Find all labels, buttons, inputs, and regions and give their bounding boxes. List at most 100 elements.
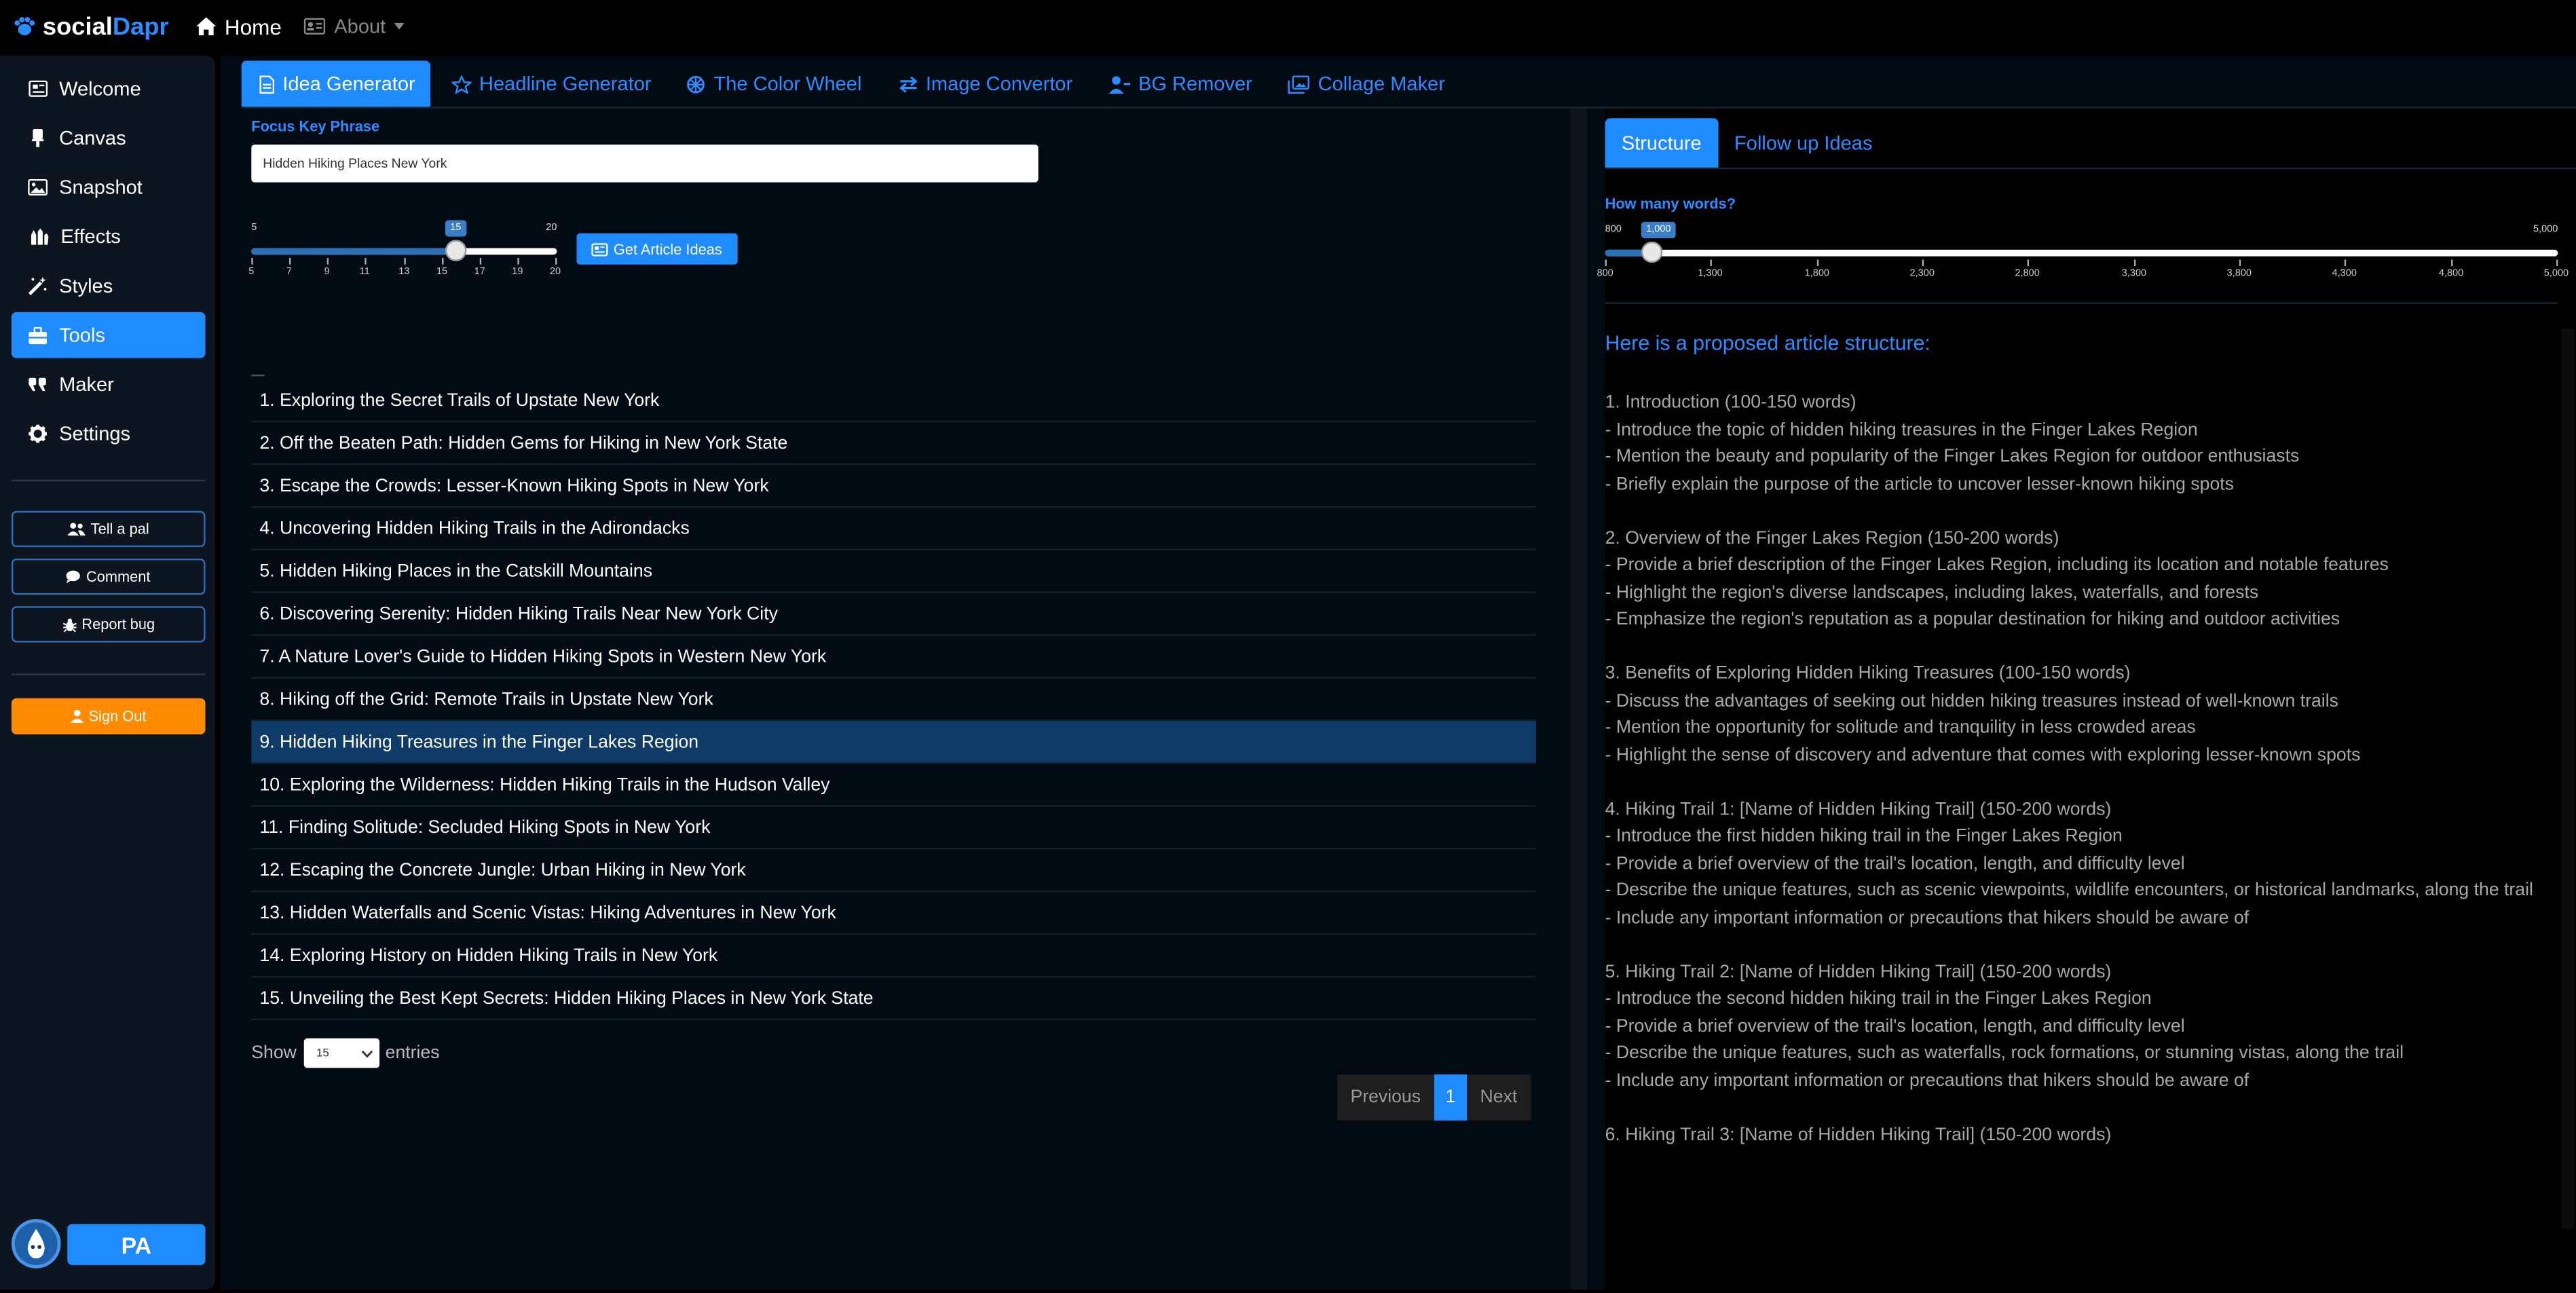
slider-tick-label: 4,300 (2332, 269, 2357, 280)
table-row[interactable]: 9. Hidden Hiking Treasures in the Finger… (251, 721, 1536, 764)
tell-a-pal-button[interactable]: Tell a pal (11, 510, 206, 548)
table-row[interactable]: 10. Exploring the Wilderness: Hidden Hik… (251, 764, 1536, 807)
tab-bg-remover[interactable]: BG Remover (1091, 61, 1267, 107)
sidebar-item-label: Effects (60, 225, 121, 248)
table-row[interactable]: 7. A Nature Lover's Guide to Hidden Hiki… (251, 636, 1536, 679)
structure-line: - Provide a brief overview of the trail'… (1605, 1016, 2185, 1036)
slider-tick (2239, 259, 2241, 267)
table-row[interactable]: 5. Hidden Hiking Places in the Catskill … (251, 550, 1536, 593)
table-row[interactable]: 12. Escaping the Concrete Jungle: Urban … (251, 849, 1536, 893)
user-initials-button[interactable]: PA (67, 1224, 206, 1265)
sidebar-item-canvas[interactable]: Canvas (12, 115, 206, 161)
idea-count-slider[interactable]: 5 20 15 5 7 9 11 13 15 17 19 20 (248, 217, 561, 283)
sign-out-label: Sign Out (88, 708, 147, 725)
structure-line: 4. Hiking Trail 1: [Name of Hidden Hikin… (1605, 799, 2112, 819)
slider-track (1605, 249, 2558, 257)
word-count-slider[interactable]: 800 5,000 1,000 800 1,300 1,800 2,300 2,800 3… (1597, 219, 2569, 284)
structure-line: - Mention the opportunity for solitude a… (1605, 717, 2196, 738)
sign-out-button[interactable]: Sign Out (11, 698, 206, 734)
focus-key-phrase-input[interactable]: Hidden Hiking Places New York (251, 145, 1039, 183)
slider-ticks: 5 7 9 11 13 15 17 19 20 (248, 258, 561, 278)
sidebar-item-effects[interactable]: Effects (12, 214, 206, 260)
slider-min-label: 800 (1605, 225, 1622, 236)
toolbox-icon (29, 326, 47, 343)
pagination-previous[interactable]: Previous (1337, 1074, 1434, 1121)
sidebar-item-snapshot[interactable]: Snapshot (12, 164, 206, 210)
slider-tick-label: 17 (474, 267, 485, 278)
sidebar-item-styles[interactable]: Styles (12, 263, 206, 309)
table-row[interactable]: 3. Escape the Crowds: Lesser-Known Hikin… (251, 465, 1536, 508)
structure-title: Here is a proposed article structure: (1605, 331, 1930, 355)
slider-tick-label: 11 (359, 267, 370, 278)
table-row[interactable]: 2. Off the Beaten Path: Hidden Gems for … (251, 422, 1536, 466)
home-icon (195, 17, 216, 36)
entries-per-page-select[interactable]: 15 (303, 1038, 379, 1068)
tab-headline-generator[interactable]: Headline Generator (433, 61, 666, 107)
newspaper-icon (29, 80, 48, 97)
sidebar-item-settings[interactable]: Settings (12, 411, 206, 457)
table-row[interactable]: 4. Uncovering Hidden Hiking Trails in th… (251, 508, 1536, 550)
structure-line: 6. Hiking Trail 3: [Name of Hidden Hikin… (1605, 1124, 2112, 1144)
get-article-ideas-button[interactable]: Get Article Ideas (576, 233, 738, 265)
sidebar-item-welcome[interactable]: Welcome (12, 66, 206, 112)
table-row[interactable]: 13. Hidden Waterfalls and Scenic Vistas:… (251, 892, 1536, 935)
sidebar-divider (11, 479, 206, 482)
nav-about-dropdown[interactable]: About (304, 14, 404, 38)
brand-logo[interactable]: social Dapr (13, 12, 169, 41)
sidebar-item-label: Tools (59, 323, 105, 347)
focus-key-phrase-label: Focus Key Phrase (251, 118, 380, 135)
structure-line: - Discuss the advantages of seeking out … (1605, 690, 2338, 711)
slider-max-label: 5,000 (2533, 225, 2558, 236)
tab-idea-generator[interactable]: Idea Generator (241, 60, 430, 107)
slider-tick-label: 5 (248, 267, 255, 278)
slider-tick-label: 1,300 (1698, 269, 1723, 280)
tab-image-convertor[interactable]: Image Convertor (880, 61, 1087, 107)
tab-label: Image Convertor (925, 72, 1073, 96)
pagination-next[interactable]: Next (1467, 1074, 1531, 1121)
table-row[interactable]: 14. Exploring History on Hidden Hiking T… (251, 935, 1536, 978)
slider-tick (442, 258, 444, 265)
slider-value-tooltip: 15 (445, 220, 466, 237)
table-row[interactable]: 11. Finding Solitude: Secluded Hiking Sp… (251, 807, 1536, 850)
tab-color-wheel[interactable]: The Color Wheel (669, 61, 876, 107)
slider-tick-label: 15 (436, 267, 448, 278)
slider-tick (288, 258, 291, 265)
comment-button[interactable]: Comment (11, 558, 206, 595)
sidebar-item-label: Settings (59, 422, 131, 445)
tab-follow-up-ideas[interactable]: Follow up Ideas (1718, 118, 1889, 168)
brand-name-suffix: Dapr (112, 12, 169, 41)
get-article-ideas-label: Get Article Ideas (613, 240, 722, 257)
table-row[interactable]: 8. Hiking off the Grid: Remote Trails in… (251, 679, 1536, 722)
sidebar-item-tools[interactable]: Tools (11, 312, 206, 358)
avatar[interactable] (11, 1219, 61, 1269)
structure-line: - Briefly explain the purpose of the art… (1605, 474, 2234, 494)
slider-tick (2027, 259, 2030, 267)
ideas-table: 1. Exploring the Secret Trails of Upstat… (251, 379, 1536, 1021)
report-bug-button[interactable]: Report bug (11, 606, 206, 643)
sidebar: Welcome Canvas Snapshot Effects Styles T… (0, 56, 216, 1290)
nav-about-label: About (334, 14, 386, 38)
tab-collage-maker[interactable]: Collage Maker (1270, 61, 1459, 107)
structure-line: 5. Hiking Trail 2: [Name of Hidden Hikin… (1605, 962, 2112, 982)
gear-icon (29, 424, 47, 443)
table-row[interactable]: 6. Discovering Serenity: Hidden Hiking T… (251, 593, 1536, 636)
slider-tick (1922, 259, 1924, 267)
comment-label: Comment (86, 568, 151, 585)
structure-line: - Emphasize the region's reputation as a… (1605, 610, 2340, 630)
structure-line: - Provide a brief description of the Fin… (1605, 555, 2389, 576)
tab-structure[interactable]: Structure (1605, 118, 1718, 168)
paw-icon (14, 17, 35, 36)
tell-a-pal-label: Tell a pal (90, 521, 149, 538)
section-divider (1605, 302, 2558, 304)
slider-max-label: 20 (546, 223, 557, 233)
nav-home-link[interactable]: Home (195, 14, 282, 39)
table-row[interactable]: 15. Unveiling the Best Kept Secrets: Hid… (251, 977, 1536, 1021)
brand-name-prefix: social (42, 12, 113, 41)
scrollbar[interactable] (2561, 329, 2575, 1229)
table-row[interactable]: 1. Exploring the Secret Trails of Upstat… (251, 379, 1536, 423)
slider-tick-label: 1,800 (1804, 269, 1830, 280)
pagination-page-1[interactable]: 1 (1434, 1074, 1468, 1121)
sidebar-item-maker[interactable]: Maker (12, 362, 206, 408)
